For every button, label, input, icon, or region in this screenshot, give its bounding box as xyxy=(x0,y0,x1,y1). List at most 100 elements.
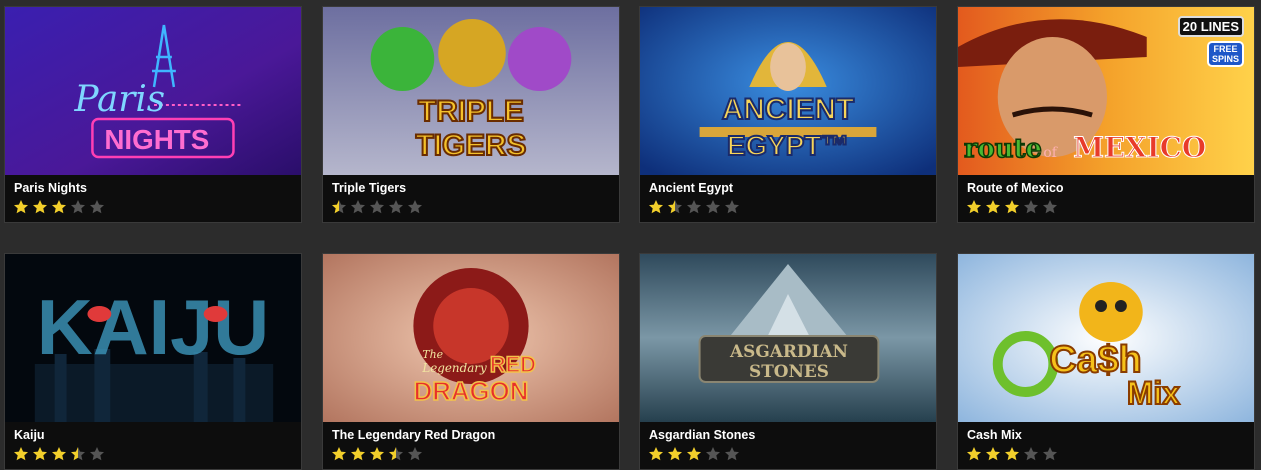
star-icon xyxy=(706,447,720,461)
game-card-triple-tigers[interactable]: TRIPLE TIGERS Triple Tigers xyxy=(322,6,620,223)
star-icon xyxy=(351,447,365,461)
svg-text:of: of xyxy=(1043,145,1057,161)
game-title: Cash Mix xyxy=(967,428,1022,442)
svg-text:EGYPT™: EGYPT™ xyxy=(727,130,849,161)
rating-stars xyxy=(331,446,423,464)
star-icon xyxy=(52,200,66,214)
star-icon xyxy=(370,447,384,461)
star-icon xyxy=(71,200,85,214)
rating-stars xyxy=(966,199,1058,217)
free-label: FREE xyxy=(1213,44,1238,54)
star-icon xyxy=(649,447,663,461)
star-icon xyxy=(332,200,346,214)
svg-text:The: The xyxy=(422,348,443,361)
svg-text:DRAGON: DRAGON xyxy=(414,378,529,406)
free-spins-badge: FREE SPINS xyxy=(1206,41,1244,67)
games-grid: Paris NIGHTS Paris Nights TRIPLE TIGERS … xyxy=(0,0,1261,470)
game-card-cash-mix[interactable]: Ca$h Mix Cash Mix xyxy=(957,253,1255,470)
game-thumbnail[interactable]: TRIPLE TIGERS xyxy=(323,7,619,175)
game-meta: Kaiju xyxy=(5,422,301,469)
red-dragon-art: The Legendary RED DRAGON xyxy=(323,254,619,422)
star-icon xyxy=(687,447,701,461)
star-icon xyxy=(967,200,981,214)
svg-text:KAIJU: KAIJU xyxy=(37,285,269,371)
star-icon xyxy=(967,447,981,461)
rating-stars xyxy=(13,446,105,464)
svg-text:ANCIENT: ANCIENT xyxy=(722,93,854,126)
star-icon xyxy=(1043,200,1057,214)
star-icon xyxy=(389,447,403,461)
star-icon xyxy=(90,447,104,461)
star-icon xyxy=(33,200,47,214)
svg-text:ASGARDIAN: ASGARDIAN xyxy=(729,341,848,361)
star-icon xyxy=(52,447,66,461)
svg-text:Mix: Mix xyxy=(1127,375,1180,411)
triple-tigers-art: TRIPLE TIGERS xyxy=(323,7,619,175)
game-meta: Route of Mexico xyxy=(958,175,1254,222)
svg-text:STONES: STONES xyxy=(749,361,829,381)
game-card-route-of-mexico[interactable]: route of MEXICO 20 LINES FREE SPINS Rout… xyxy=(957,6,1255,223)
game-title: Route of Mexico xyxy=(967,181,1064,195)
game-meta: Ancient Egypt xyxy=(640,175,936,222)
star-icon xyxy=(71,447,85,461)
star-icon xyxy=(351,200,365,214)
game-card-legendary-red-dragon[interactable]: The Legendary RED DRAGON The Legendary R… xyxy=(322,253,620,470)
star-icon xyxy=(33,447,47,461)
game-meta: Paris Nights xyxy=(5,175,301,222)
star-icon xyxy=(389,200,403,214)
star-icon xyxy=(1024,447,1038,461)
star-icon xyxy=(649,200,663,214)
game-thumbnail[interactable]: ANCIENT EGYPT™ xyxy=(640,7,936,175)
star-icon xyxy=(725,447,739,461)
star-icon xyxy=(14,200,28,214)
kaiju-art: KAIJU xyxy=(5,254,301,422)
star-icon xyxy=(687,200,701,214)
game-meta: Asgardian Stones xyxy=(640,422,936,469)
svg-text:TRIPLE: TRIPLE xyxy=(418,95,524,128)
game-title: Ancient Egypt xyxy=(649,181,734,195)
game-card-paris-nights[interactable]: Paris NIGHTS Paris Nights xyxy=(4,6,302,223)
star-icon xyxy=(725,200,739,214)
game-thumbnail[interactable]: Ca$h Mix xyxy=(958,254,1254,422)
game-title: Paris Nights xyxy=(14,181,87,195)
paris-nights-art: Paris NIGHTS xyxy=(5,7,301,175)
star-icon xyxy=(1024,200,1038,214)
svg-text:RED: RED xyxy=(490,352,536,377)
star-icon xyxy=(408,200,422,214)
star-icon xyxy=(986,447,1000,461)
star-icon xyxy=(1005,447,1019,461)
star-icon xyxy=(986,200,1000,214)
game-meta: Triple Tigers xyxy=(323,175,619,222)
star-icon xyxy=(14,447,28,461)
svg-text:NIGHTS: NIGHTS xyxy=(104,124,209,155)
star-icon xyxy=(370,200,384,214)
game-title: Triple Tigers xyxy=(332,181,407,195)
ancient-egypt-art: ANCIENT EGYPT™ xyxy=(640,7,936,175)
rating-stars xyxy=(331,199,423,217)
game-meta: The Legendary Red Dragon xyxy=(323,422,619,469)
star-icon xyxy=(90,200,104,214)
star-icon xyxy=(668,200,682,214)
spins-label: SPINS xyxy=(1211,54,1239,64)
asgardian-stones-art: ASGARDIAN STONES xyxy=(640,254,936,422)
lines-badge: 20 LINES xyxy=(1177,16,1244,37)
game-card-asgardian-stones[interactable]: ASGARDIAN STONES Asgardian Stones xyxy=(639,253,937,470)
game-title: Kaiju xyxy=(14,428,45,442)
cash-mix-art: Ca$h Mix xyxy=(958,254,1254,422)
game-thumbnail[interactable]: ASGARDIAN STONES xyxy=(640,254,936,422)
game-thumbnail[interactable]: KAIJU xyxy=(5,254,301,422)
star-icon xyxy=(408,447,422,461)
rating-stars xyxy=(966,446,1058,464)
game-card-kaiju[interactable]: KAIJU Kaiju xyxy=(4,253,302,470)
game-thumbnail[interactable]: Paris NIGHTS xyxy=(5,7,301,175)
star-icon xyxy=(1043,447,1057,461)
game-meta: Cash Mix xyxy=(958,422,1254,469)
game-title: The Legendary Red Dragon xyxy=(332,428,496,442)
game-card-ancient-egypt[interactable]: ANCIENT EGYPT™ Ancient Egypt xyxy=(639,6,937,223)
svg-text:Paris: Paris xyxy=(74,79,166,120)
game-thumbnail[interactable]: The Legendary RED DRAGON xyxy=(323,254,619,422)
rating-stars xyxy=(648,199,740,217)
star-icon xyxy=(668,447,682,461)
game-thumbnail[interactable]: route of MEXICO 20 LINES FREE SPINS xyxy=(958,7,1254,175)
star-icon xyxy=(1005,200,1019,214)
